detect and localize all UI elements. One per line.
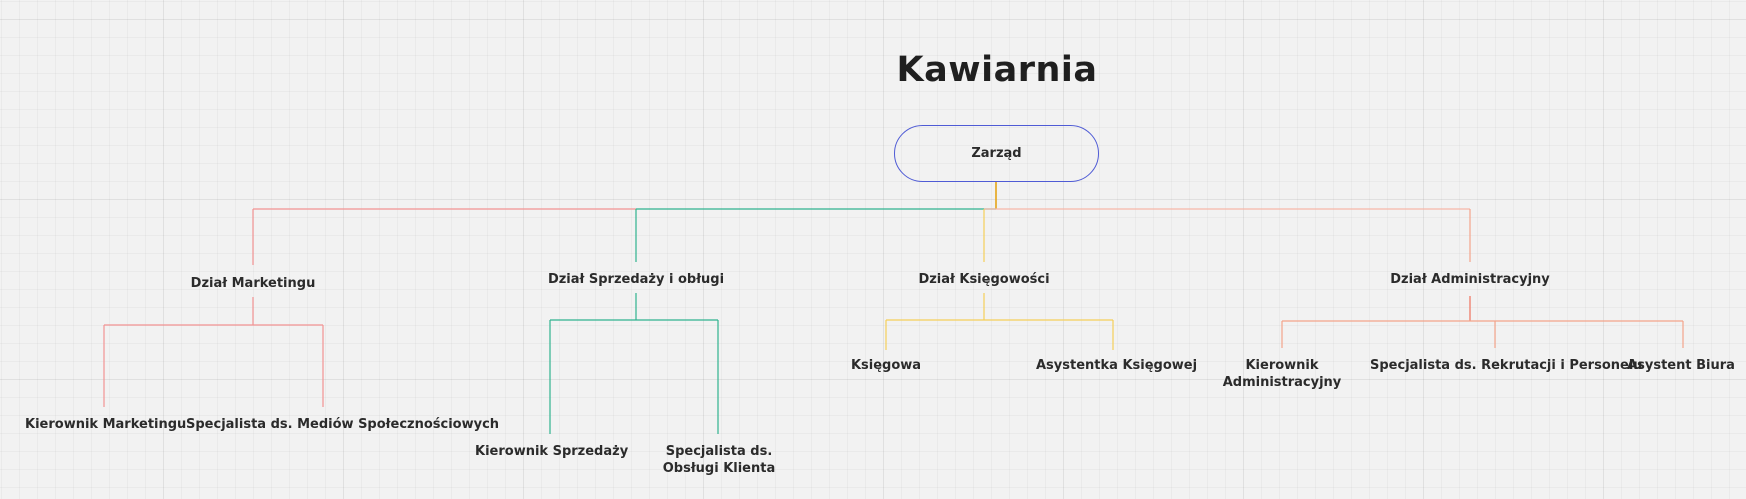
org-chart-canvas: Kawiarnia Zarząd Dział Marketingu Dział … <box>0 0 1746 499</box>
role-kierownik-sprzedazy[interactable]: Kierownik Sprzedaży <box>475 443 628 460</box>
role-kierownik-marketingu[interactable]: Kierownik Marketingu <box>25 416 186 433</box>
role-asystent-biura[interactable]: Asystent Biura <box>1626 357 1736 374</box>
role-ksiegowa[interactable]: Księgowa <box>845 357 927 374</box>
department-label-marketing[interactable]: Dział Marketingu <box>183 275 323 292</box>
department-label-administration[interactable]: Dział Administracyjny <box>1387 271 1553 288</box>
department-label-sales[interactable]: Dział Sprzedaży i obługi <box>546 271 726 288</box>
role-specjalista-mediow[interactable]: Specjalista ds. Mediów Społecznościowych <box>186 416 499 433</box>
role-specjalista-rekrutacji[interactable]: Specjalista ds. Rekrutacji i Personelu <box>1370 357 1643 374</box>
chart-title: Kawiarnia <box>896 50 1098 90</box>
role-specjalista-obslugi[interactable]: Specjalista ds. Obsługi Klienta <box>641 443 797 477</box>
role-asystentka-ksiegowej[interactable]: Asystentka Księgowej <box>1036 357 1197 374</box>
department-label-accounting[interactable]: Dział Księgowości <box>914 271 1054 288</box>
role-kierownik-administracyjny[interactable]: Kierownik Administracyjny <box>1222 357 1342 391</box>
root-node-zarzad[interactable]: Zarząd <box>894 125 1099 182</box>
root-node-label: Zarząd <box>971 146 1022 161</box>
